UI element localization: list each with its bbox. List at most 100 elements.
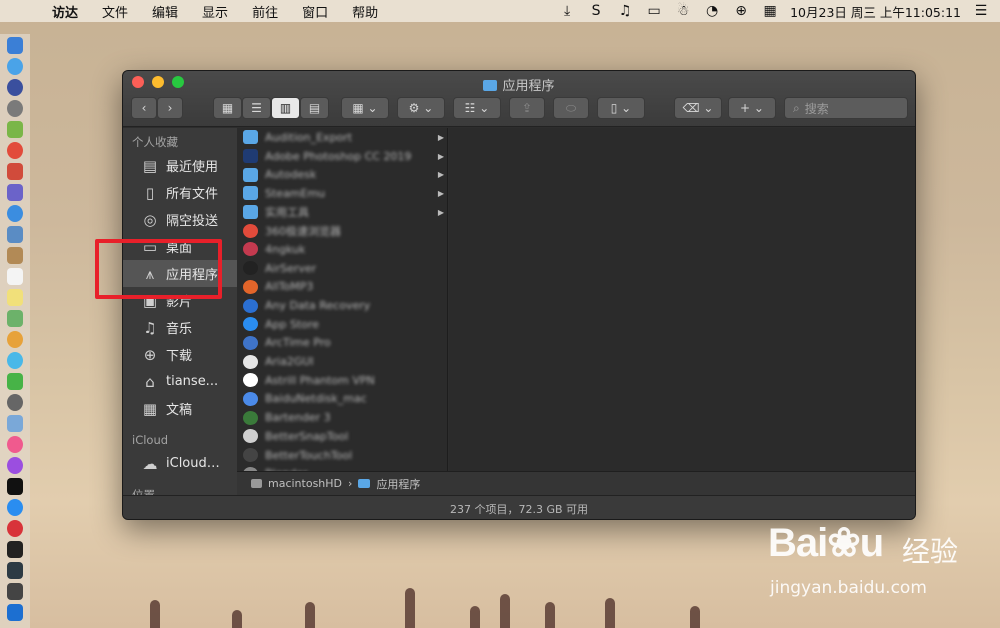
dock-appletv-icon[interactable]: [7, 478, 23, 495]
sidebar-item-recents[interactable]: ▤ 最近使用: [123, 152, 237, 179]
file-column: Audition_Export ▶ Adobe Photoshop CC 2019 ▶…: [237, 128, 448, 471]
view-columns-button[interactable]: ▥: [271, 97, 300, 119]
view-gallery-button[interactable]: ▤: [300, 97, 329, 119]
share-button[interactable]: ⇪: [509, 97, 545, 119]
dock-calendar-icon[interactable]: [7, 268, 23, 285]
sidebar-item-downloads[interactable]: ⊕ 下载: [123, 341, 237, 368]
group-by-button[interactable]: ▦ ⌄: [341, 97, 389, 119]
tags-button[interactable]: ⬭: [553, 97, 589, 119]
sidebar-item-documents[interactable]: ▦ 文稿: [123, 395, 237, 422]
file-row[interactable]: Astrill Phantom VPN: [237, 371, 447, 390]
file-row[interactable]: BetterSnapTool: [237, 427, 447, 446]
disclosure-arrow-icon: ▶: [437, 132, 444, 142]
dock-preview-icon[interactable]: [7, 226, 23, 243]
new-document-button[interactable]: ▯ ⌄: [597, 97, 645, 119]
sidebar-item-applications[interactable]: ⩚ 应用程序: [123, 260, 237, 287]
speed-icon[interactable]: ◔: [703, 3, 721, 19]
menu-app-finder[interactable]: 访达: [40, 2, 90, 21]
delete-button[interactable]: ⌫ ⌄: [674, 97, 722, 119]
dock-siri-icon[interactable]: [7, 79, 23, 96]
dock-compass-icon[interactable]: [7, 205, 23, 222]
file-row[interactable]: AllToMP3: [237, 278, 447, 297]
arrange-button[interactable]: ☷ ⌄: [453, 97, 501, 119]
dock-launchpad-icon[interactable]: [7, 100, 23, 117]
file-row[interactable]: Audition_Export ▶: [237, 128, 447, 147]
dock-vivaldi-icon[interactable]: [7, 520, 23, 537]
menu-file[interactable]: 文件: [90, 2, 140, 21]
sidebar-item-airdrop[interactable]: ◎ 隔空投送: [123, 206, 237, 233]
action-button[interactable]: ⚙ ⌄: [397, 97, 445, 119]
file-row[interactable]: Blender: [237, 464, 447, 471]
dock-messages-icon[interactable]: [7, 352, 23, 369]
dock-maps-icon[interactable]: [7, 310, 23, 327]
menubar-clock[interactable]: 10月23日 周三 上午11:05:11: [790, 2, 961, 21]
dock-chrome-icon[interactable]: [7, 142, 23, 159]
menu-edit[interactable]: 编辑: [140, 2, 190, 21]
menu-window[interactable]: 窗口: [290, 2, 340, 21]
file-row[interactable]: Bartender 3: [237, 408, 447, 427]
dock-itunes-icon[interactable]: [7, 436, 23, 453]
path-folder[interactable]: 应用程序: [376, 476, 420, 492]
file-row[interactable]: 实用工具 ▶: [237, 203, 447, 222]
baidu-jingyan-watermark: Bai❀u 经验 jingyan.baidu.com: [760, 520, 990, 610]
control-strip-icon[interactable]: ☰: [972, 3, 990, 19]
file-row[interactable]: Autodesk ▶: [237, 165, 447, 184]
menu-help[interactable]: 帮助: [340, 2, 390, 21]
dock-contacts-icon[interactable]: [7, 247, 23, 264]
dock-podcasts-icon[interactable]: [7, 457, 23, 474]
dock-android-icon[interactable]: [7, 121, 23, 138]
dock-safari-icon[interactable]: [7, 58, 23, 75]
dock-wechat-icon[interactable]: [7, 373, 23, 390]
calendar-icon[interactable]: ▦: [761, 3, 779, 19]
file-row[interactable]: ArcTime Pro: [237, 334, 447, 353]
back-button[interactable]: ‹: [131, 97, 157, 119]
sidebar-item-desktop[interactable]: ▭ 桌面: [123, 233, 237, 260]
qq-icon[interactable]: ☃: [674, 3, 692, 19]
file-row[interactable]: 360极速浏览器: [237, 221, 447, 240]
menu-go[interactable]: 前往: [240, 2, 290, 21]
dock-finder-icon[interactable]: [7, 37, 23, 54]
dock-terminal-icon[interactable]: [7, 541, 23, 558]
dock-app-red-icon[interactable]: [7, 163, 23, 180]
file-row[interactable]: 4ngkuk: [237, 240, 447, 259]
file-row[interactable]: SteamEmu ▶: [237, 184, 447, 203]
file-row[interactable]: BaiduNetdisk_mac: [237, 390, 447, 409]
dock-vpn-icon[interactable]: [7, 604, 23, 621]
sidebar-item-all-files[interactable]: ▯ 所有文件: [123, 179, 237, 206]
forward-button[interactable]: ›: [157, 97, 183, 119]
dock-settings-icon[interactable]: [7, 394, 23, 411]
menu-view[interactable]: 显示: [190, 2, 240, 21]
music-note-icon[interactable]: ♫: [616, 3, 634, 19]
dock-notes-icon[interactable]: [7, 289, 23, 306]
file-row[interactable]: Adobe Photoshop CC 2019 ▶: [237, 147, 447, 166]
dock-activity-monitor-icon[interactable]: [7, 562, 23, 579]
sidebar-item-music[interactable]: ♫ 音乐: [123, 314, 237, 341]
dock-app-purple-icon[interactable]: [7, 184, 23, 201]
sidebar-item-home[interactable]: ⌂ tianse...: [123, 368, 237, 395]
sogou-input-icon[interactable]: S: [587, 3, 605, 19]
dock-keynote-icon[interactable]: [7, 415, 23, 432]
file-row[interactable]: App Store: [237, 315, 447, 334]
dock-photos-icon[interactable]: [7, 331, 23, 348]
file-name: Bartender 3: [265, 411, 331, 425]
download-status-icon[interactable]: ⤓: [558, 3, 576, 19]
view-icons-button[interactable]: ▦: [213, 97, 242, 119]
sidebar-item-icloud-drive[interactable]: ☁ iCloud…: [123, 450, 237, 477]
file-name: Astrill Phantom VPN: [265, 373, 375, 387]
cloud-icon: ☁: [142, 454, 158, 473]
airplay-icon[interactable]: ▭: [645, 3, 663, 19]
file-row[interactable]: BetterTouchTool: [237, 446, 447, 465]
add-button[interactable]: + ⌄: [728, 97, 776, 119]
search-field[interactable]: ⌕ 搜索: [784, 97, 908, 119]
file-row[interactable]: Aria2GUI: [237, 352, 447, 371]
file-row[interactable]: AirServer: [237, 259, 447, 278]
globe-icon[interactable]: ⊕: [732, 3, 750, 19]
dock-app-dark-icon[interactable]: [7, 583, 23, 600]
folder-icon: [243, 130, 258, 145]
sidebar-item-movies[interactable]: ▣ 影片: [123, 287, 237, 314]
dock-appstore-icon[interactable]: [7, 499, 23, 516]
view-list-button[interactable]: ☰: [242, 97, 271, 119]
file-row[interactable]: Any Data Recovery: [237, 296, 447, 315]
disclosure-arrow-icon: ▶: [437, 188, 444, 198]
path-disk[interactable]: macintoshHD: [268, 477, 342, 490]
